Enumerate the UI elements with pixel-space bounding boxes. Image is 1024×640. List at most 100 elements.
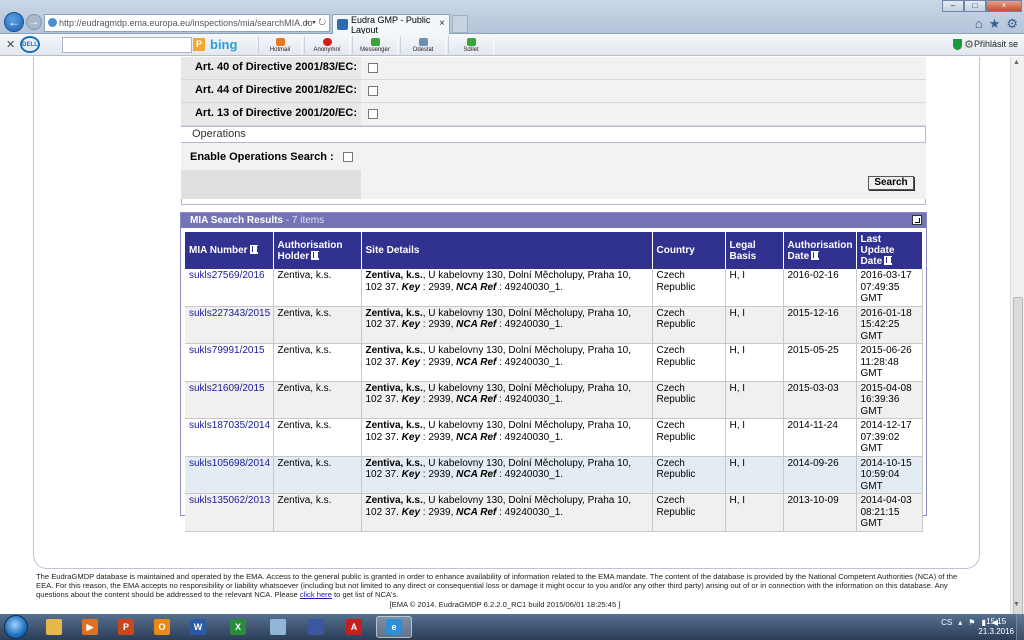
tray-arrow-icon[interactable]: ▴ <box>958 618 962 627</box>
sort-icon[interactable] <box>249 245 258 254</box>
toolbar-hotmail-button[interactable]: Hotmail <box>258 36 302 54</box>
legal-basis-cell: H, I <box>725 306 784 344</box>
taskbar-app-button[interactable]: P <box>108 616 144 638</box>
authorisation-date-cell: 2014-09-26 <box>783 456 857 494</box>
criteria-row-art44: Art. 44 of Directive 2001/82/EC: <box>181 80 926 103</box>
art13-checkbox[interactable] <box>368 109 378 119</box>
art40-checkbox[interactable] <box>368 63 378 73</box>
holder-cell: Zentiva, k.s. <box>273 418 362 457</box>
legal-basis-cell: H, I <box>725 381 784 419</box>
tab-close-icon[interactable]: × <box>439 18 445 29</box>
mia-number-link[interactable]: sukls27569/2016 <box>189 270 265 281</box>
toolbar-messenger-button[interactable]: Messenger <box>352 36 398 54</box>
sort-icon[interactable] <box>884 256 893 265</box>
toolbar-close-icon[interactable]: ✕ <box>6 38 15 51</box>
toolbar-button-label: Sdílet <box>463 47 479 53</box>
authorisation-date-cell: 2015-03-03 <box>783 381 857 419</box>
minimize-button[interactable]: – <box>942 0 964 12</box>
toolbar-anonymni-button[interactable]: Anonymní <box>304 36 350 54</box>
toolbar-button-label: Odeslat <box>412 47 434 53</box>
last-update-cell: 2014-12-17 07:39:02 GMT <box>856 418 923 457</box>
browser-tab[interactable]: Eudra GMP - Public Layout × <box>332 14 450 35</box>
flag-icon[interactable]: ⚑ <box>968 618 975 627</box>
mia-number-link[interactable]: sukls21609/2015 <box>189 383 265 394</box>
mia-number-link[interactable]: sukls79991/2015 <box>189 345 265 356</box>
language-indicator[interactable]: CS <box>941 618 952 627</box>
table-header-row: MIA Number Authorisation Holder Site Det… <box>185 232 923 269</box>
login-link[interactable]: Přihlásit se <box>974 39 1018 49</box>
enable-operations-checkbox[interactable] <box>342 152 353 162</box>
scroll-up-icon[interactable]: ▲ <box>1013 59 1020 66</box>
search-button[interactable]: Search <box>868 176 914 190</box>
nca-ref-value: : 49240030_1. <box>496 469 564 480</box>
taskbar-app-button[interactable]: e <box>376 616 412 638</box>
scroll-thumb[interactable] <box>1013 297 1023 617</box>
criteria-row-art40: Art. 40 of Directive 2001/83/EC: <box>181 57 926 80</box>
nca-ref-value: : 49240030_1. <box>496 281 564 293</box>
page-scrollbar[interactable]: ▲ ▼ <box>1010 57 1024 617</box>
taskbar-app-button[interactable]: O <box>144 616 180 638</box>
gear-icon[interactable]: ⚙ <box>1006 16 1018 32</box>
mia-number-cell: sukls21609/2015 <box>185 381 274 419</box>
back-button[interactable]: ← <box>4 12 24 32</box>
send-icon <box>418 38 428 46</box>
address-bar[interactable]: http://eudragmdp.ema.europa.eu/inspectio… <box>44 14 330 32</box>
collapse-icon[interactable] <box>912 215 922 225</box>
nca-list-link[interactable]: click here <box>300 590 332 599</box>
toolbar-odeslat-button[interactable]: Odeslat <box>400 36 446 54</box>
key-value: : 2939, <box>420 469 457 480</box>
mia-number-link[interactable]: sukls227343/2015 <box>189 308 270 319</box>
mia-number-link[interactable]: sukls105698/2014 <box>189 458 270 469</box>
col-mia-number[interactable]: MIA Number <box>185 232 274 269</box>
taskbar-app-button[interactable] <box>36 616 72 638</box>
share-icon <box>466 38 476 46</box>
forward-button[interactable]: → <box>26 14 42 30</box>
operations-header: Operations <box>181 126 926 143</box>
bing-toolbar: ✕ DELL P bing Hotmail Anonymní Messenger… <box>0 34 1024 56</box>
col-authorisation-holder[interactable]: Authorisation Holder <box>273 232 362 269</box>
col-last-update-date[interactable]: Last Update Date <box>856 232 923 269</box>
taskbar-app-button[interactable]: X <box>220 616 256 638</box>
bing-logo: bing <box>210 37 238 52</box>
taskbar-app-button[interactable]: A <box>336 616 372 638</box>
taskbar-app-button[interactable]: W <box>180 616 216 638</box>
scroll-down-icon[interactable]: ▼ <box>1013 601 1020 608</box>
clock[interactable]: 15:15 21.3.2016 <box>978 617 1014 637</box>
toolbar-settings-icon[interactable]: ⚙ <box>964 38 974 51</box>
nca-ref-label: NCA Ref <box>456 319 497 330</box>
bing-search-button[interactable]: P <box>193 38 205 51</box>
last-update-cell: 2016-01-18 15:42:25 GMT <box>856 306 923 344</box>
favorites-star-icon[interactable]: ★ <box>989 16 1001 32</box>
window-close-button[interactable]: × <box>986 0 1022 12</box>
bing-search-input[interactable] <box>62 37 192 53</box>
nca-ref-value: : 49240030_1. <box>496 431 564 443</box>
col-authorisation-date[interactable]: Authorisation Date <box>783 232 857 269</box>
maximize-button[interactable]: □ <box>964 0 986 12</box>
taskbar-app-button[interactable] <box>260 616 296 638</box>
mia-number-link[interactable]: sukls135062/2013 <box>189 495 270 506</box>
nca-ref-value: : 49240030_1. <box>496 319 564 330</box>
table-row: sukls135062/2013 Zentiva, k.s. Zentiva, k.… <box>185 493 923 532</box>
key-label: Key <box>401 356 421 368</box>
start-button[interactable] <box>4 615 28 639</box>
key-label: Key <box>401 394 421 405</box>
nca-ref-label: NCA Ref <box>456 281 497 293</box>
home-icon[interactable]: ⌂ <box>975 16 983 32</box>
show-desktop-button[interactable] <box>1016 614 1024 640</box>
taskbar-app-button[interactable]: ▶ <box>72 616 108 638</box>
toolbar-button-label: Hotmail <box>269 47 291 53</box>
toolbar-sdilet-button[interactable]: Sdílet <box>448 36 494 54</box>
new-tab-button[interactable] <box>452 15 468 33</box>
site-name: Zentiva, k.s. <box>365 420 423 431</box>
search-criteria-panel: Art. 40 of Directive 2001/83/EC: Art. 44… <box>181 57 926 205</box>
mia-number-link[interactable]: sukls187035/2014 <box>189 420 270 431</box>
excel-icon: X <box>230 619 246 635</box>
art44-checkbox[interactable] <box>368 86 378 96</box>
taskbar-app-button[interactable] <box>298 616 334 638</box>
criteria-label: Art. 13 of Directive 2001/20/EC: <box>194 107 357 119</box>
sort-icon[interactable] <box>811 250 820 260</box>
messenger-icon <box>370 38 380 46</box>
search-refresh-icons[interactable]: ⌕ ▾ ↻ <box>305 17 326 28</box>
enable-operations-label: Enable Operations Search : <box>190 151 334 163</box>
sort-icon[interactable] <box>311 250 320 260</box>
